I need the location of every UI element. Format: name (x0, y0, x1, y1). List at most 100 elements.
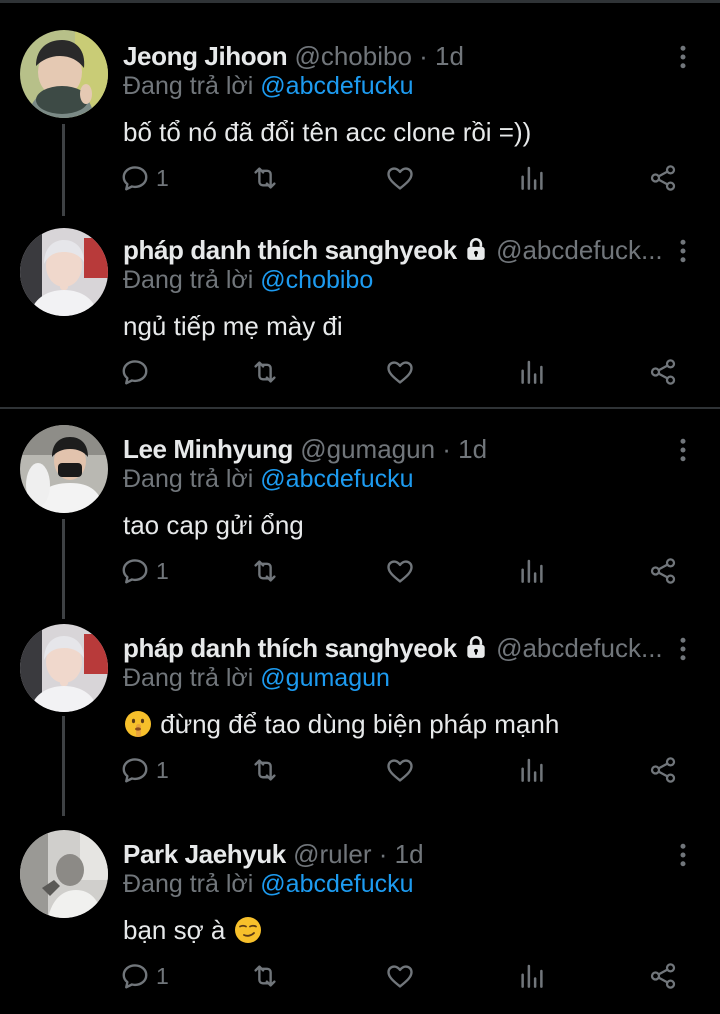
share-button[interactable] (648, 958, 678, 994)
username[interactable]: @abcdefuck... (496, 633, 663, 663)
display-name[interactable]: pháp danh thích sanghyeok (123, 633, 457, 663)
replying-to: Đang trả lời @abcdefucku (123, 867, 414, 901)
replying-to-handle[interactable]: @abcdefucku (260, 465, 413, 493)
tweet-text: ngủ tiếp mẹ mày đi (123, 311, 343, 341)
reply-button[interactable]: 1 (120, 553, 169, 589)
more-icon[interactable] (668, 840, 698, 870)
like-button[interactable] (385, 553, 415, 589)
avatar[interactable] (20, 30, 108, 118)
username[interactable]: @gumagun (300, 434, 435, 464)
replying-to-handle[interactable]: @abcdefucku (260, 72, 413, 100)
reply-icon (120, 755, 150, 785)
timestamp[interactable]: 1d (458, 434, 487, 464)
more-icon[interactable] (668, 42, 698, 72)
shushing-face-emoji (125, 711, 151, 737)
more-icon[interactable] (668, 634, 698, 664)
views-icon (517, 163, 547, 193)
like-icon (385, 357, 415, 387)
reply-count: 1 (156, 557, 169, 584)
thread-line (62, 124, 65, 216)
replying-to-handle[interactable]: @chobibo (260, 266, 373, 294)
views-button[interactable] (517, 160, 547, 196)
reply-button[interactable]: 1 (120, 160, 169, 196)
share-button[interactable] (648, 553, 678, 589)
like-icon (385, 556, 415, 586)
views-icon (517, 961, 547, 991)
reply-count: 1 (156, 164, 169, 191)
replying-to: Đang trả lời @gumagun (123, 661, 390, 695)
views-icon (517, 556, 547, 586)
tweet[interactable]: Park Jaehyuk @ruler · 1d Đang trả lời @a… (0, 830, 720, 1014)
share-button[interactable] (648, 354, 678, 390)
username[interactable]: @ruler (293, 839, 371, 869)
like-button[interactable] (385, 160, 415, 196)
reply-button[interactable]: 1 (120, 958, 169, 994)
thread-line (62, 519, 65, 619)
separator-dot: · (411, 41, 436, 71)
views-icon (517, 755, 547, 785)
avatar[interactable] (20, 425, 108, 513)
retweet-button[interactable] (250, 958, 280, 994)
share-icon (648, 755, 678, 785)
replying-to-label: Đang trả lời (123, 870, 261, 898)
like-button[interactable] (385, 752, 415, 788)
replying-to-handle[interactable]: @abcdefucku (260, 870, 413, 898)
lock-icon (463, 236, 489, 262)
separator-dot: · (435, 434, 459, 464)
retweet-icon (250, 755, 280, 785)
retweet-icon (250, 163, 280, 193)
username[interactable]: @abcdefuck... (496, 235, 663, 265)
retweet-button[interactable] (250, 752, 280, 788)
reply-button[interactable] (120, 354, 156, 390)
more-icon[interactable] (668, 236, 698, 266)
reply-button[interactable]: 1 (120, 752, 169, 788)
tweet[interactable]: Jeong Jihoon @chobibo · 1d Đang trả lời … (0, 30, 720, 216)
share-icon (648, 961, 678, 991)
tweet-actions (120, 354, 690, 390)
retweet-button[interactable] (250, 354, 280, 390)
like-button[interactable] (385, 958, 415, 994)
display-name[interactable]: Lee Minhyung (123, 434, 293, 464)
thread-line (62, 716, 65, 816)
like-icon (385, 755, 415, 785)
reply-icon (120, 163, 150, 193)
tweet[interactable]: Lee Minhyung @gumagun · 1d Đang trả lời … (0, 425, 720, 619)
retweet-icon (250, 357, 280, 387)
display-name[interactable]: Jeong Jihoon (123, 41, 288, 71)
tweet[interactable]: pháp danh thích sanghyeok @abcdefuck... … (0, 624, 720, 816)
avatar[interactable] (20, 624, 108, 712)
share-icon (648, 163, 678, 193)
avatar[interactable] (20, 228, 108, 316)
tweet-text: đừng để tao dùng biện pháp mạnh (123, 706, 559, 742)
views-button[interactable] (517, 958, 547, 994)
share-icon (648, 556, 678, 586)
replying-to: Đang trả lời @abcdefucku (123, 69, 414, 103)
tweet-actions: 1 (120, 752, 690, 788)
views-button[interactable] (517, 354, 547, 390)
retweet-button[interactable] (250, 553, 280, 589)
share-button[interactable] (648, 160, 678, 196)
display-name[interactable]: Park Jaehyuk (123, 839, 286, 869)
like-icon (385, 961, 415, 991)
views-button[interactable] (517, 752, 547, 788)
tweet[interactable]: pháp danh thích sanghyeok @abcdefuck... … (0, 228, 720, 406)
reply-icon (120, 961, 150, 991)
replying-to-handle[interactable]: @gumagun (260, 664, 390, 692)
tweet-text-content: đừng để tao dùng biện pháp mạnh (160, 709, 560, 739)
avatar[interactable] (20, 830, 108, 918)
replying-to-label: Đang trả lời (123, 72, 261, 100)
tweet-actions: 1 (120, 160, 690, 196)
like-icon (385, 163, 415, 193)
username[interactable]: @chobibo (294, 41, 411, 71)
tweet-text: tao cap gửi ổng (123, 510, 304, 540)
timestamp[interactable]: 1d (435, 41, 464, 71)
more-icon[interactable] (668, 435, 698, 465)
like-button[interactable] (385, 354, 415, 390)
timestamp[interactable]: 1d (395, 839, 424, 869)
views-button[interactable] (517, 553, 547, 589)
retweet-button[interactable] (250, 160, 280, 196)
share-button[interactable] (648, 752, 678, 788)
top-divider (0, 0, 720, 3)
display-name[interactable]: pháp danh thích sanghyeok (123, 235, 457, 265)
tweet-actions: 1 (120, 958, 690, 994)
